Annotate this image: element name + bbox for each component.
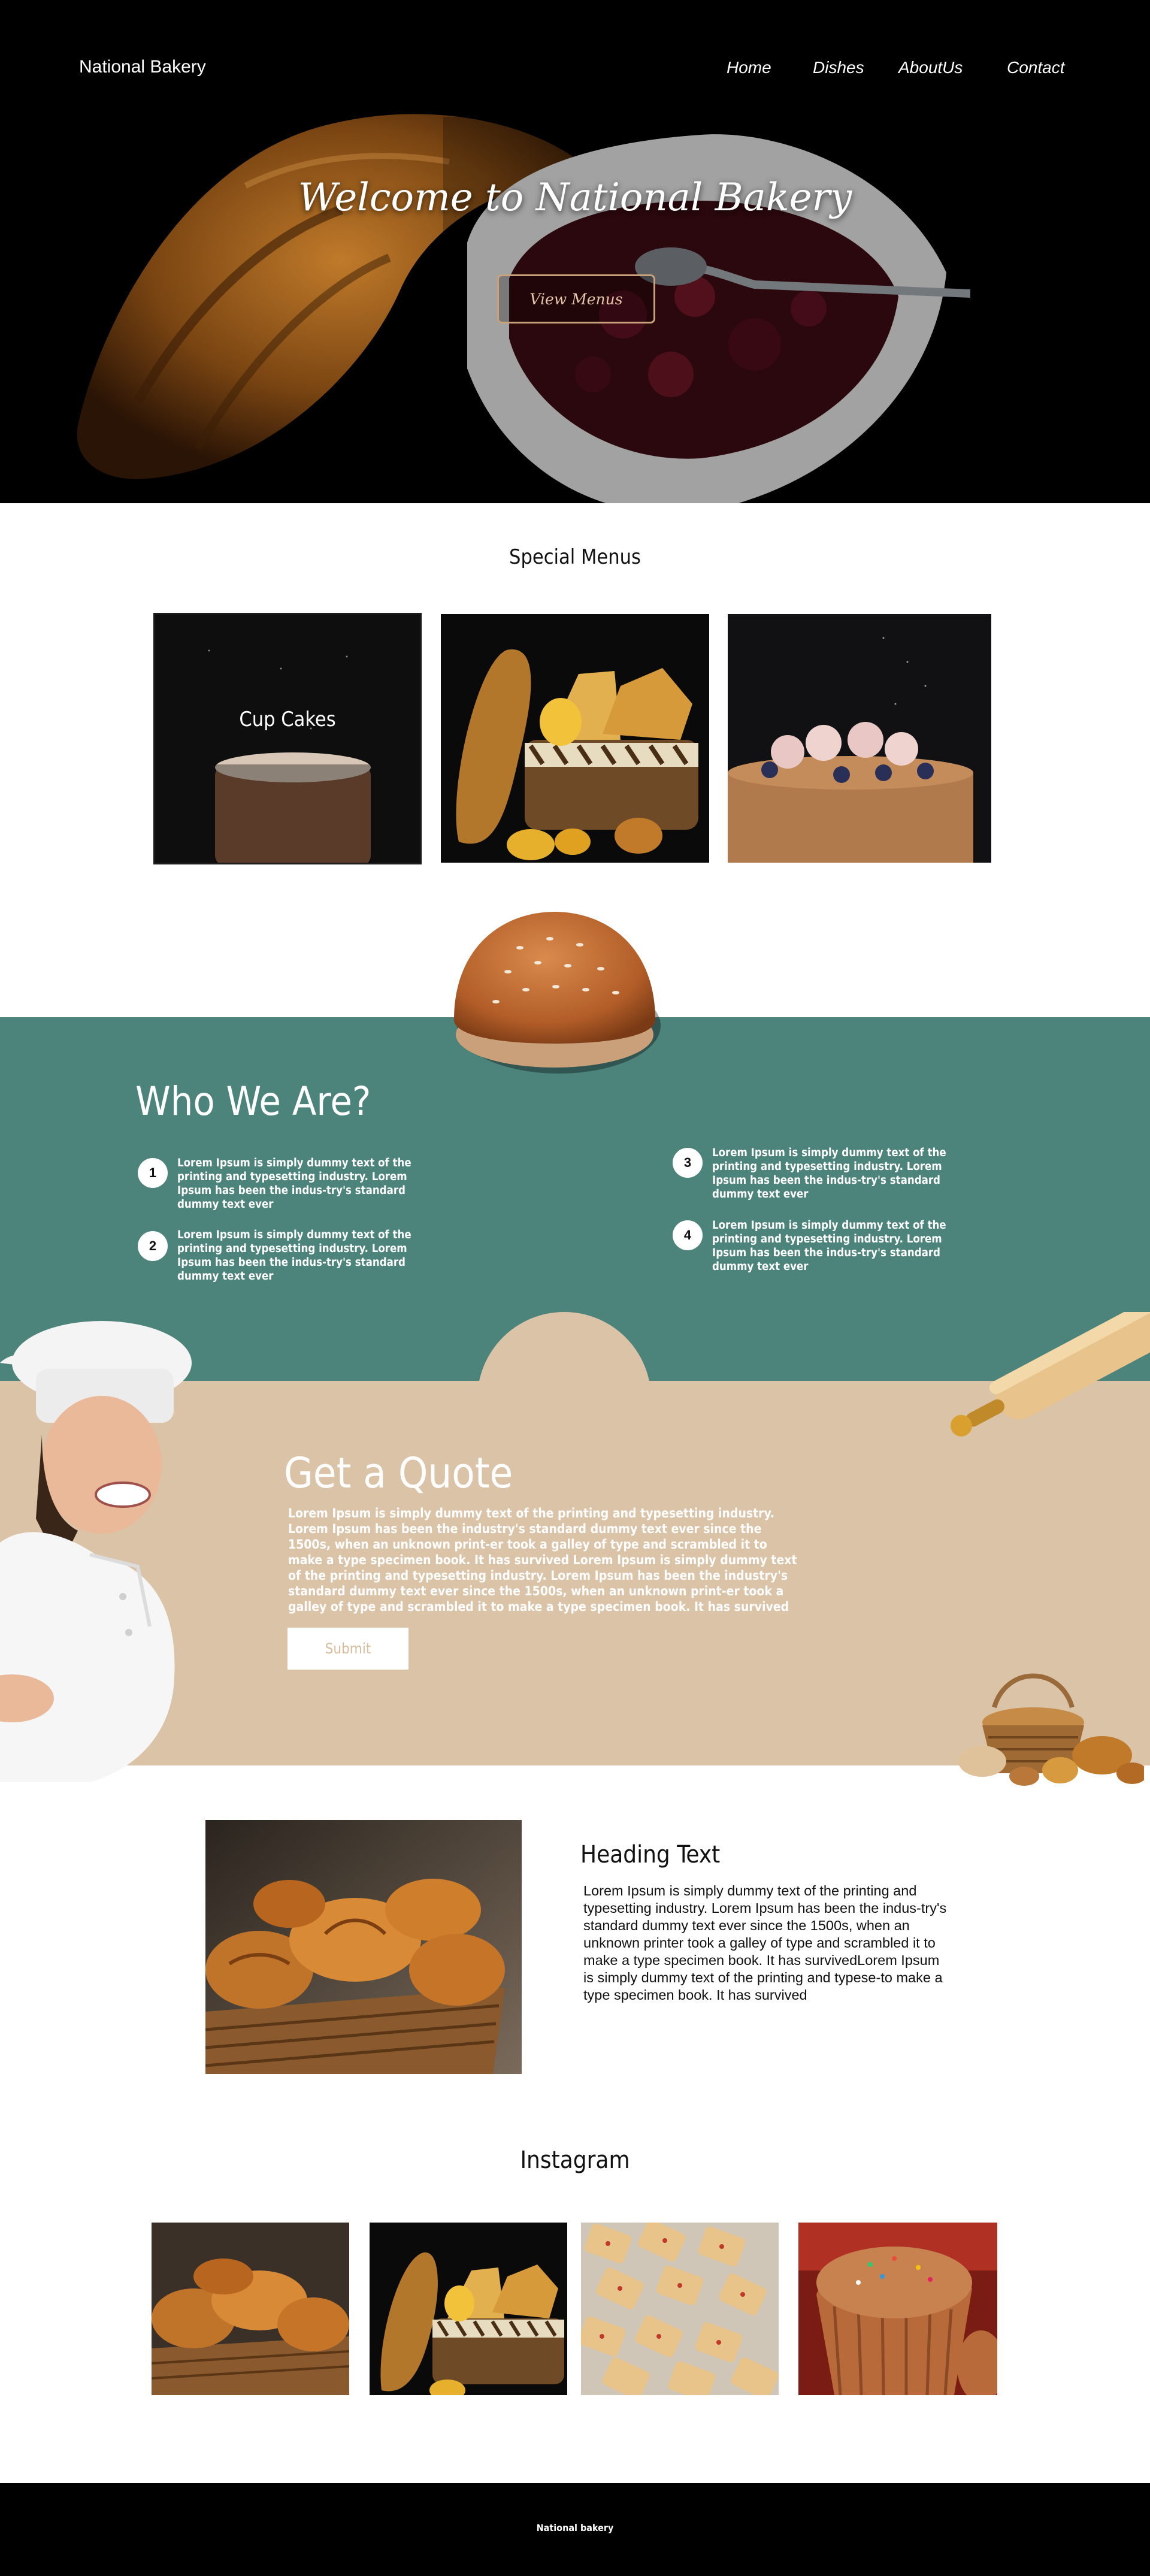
view-menus-button[interactable]: View Menus [497, 274, 655, 323]
cupcake-image [155, 615, 420, 863]
instagram-title: Instagram [520, 2146, 630, 2174]
nav-home[interactable]: Home [727, 58, 771, 77]
number-badge: 2 [138, 1231, 168, 1261]
instagram-post-1[interactable] [152, 2223, 349, 2395]
quote-body: Lorem Ipsum is simply dummy text of the … [288, 1506, 797, 1614]
who-item-text: Lorem Ipsum is simply dummy text of the … [177, 1229, 411, 1283]
chef-image [0, 1321, 192, 1782]
hero-section: National Bakery Home Dishes AboutUs Cont… [0, 0, 1150, 503]
bread-basket-image [370, 2223, 567, 2395]
who-item-text: Lorem Ipsum is simply dummy text of the … [712, 1219, 946, 1273]
brand-logo[interactable]: National Bakery [79, 57, 206, 77]
menu-card-bread[interactable] [441, 614, 709, 863]
special-menus-title: Special Menus [509, 545, 641, 569]
instagram-post-4[interactable] [798, 2223, 997, 2395]
number-badge: 4 [673, 1220, 703, 1250]
footer-brand: National bakery [536, 2522, 614, 2533]
bread-basket-small-image [958, 1673, 1144, 1786]
menu-card-cake[interactable] [728, 614, 991, 863]
who-item-text: Lorem Ipsum is simply dummy text of the … [177, 1157, 411, 1211]
submit-button[interactable]: Submit [288, 1628, 408, 1670]
card-label: Cup Cakes [239, 708, 336, 731]
croissant-basket-image [152, 2223, 349, 2395]
instagram-post-2[interactable] [370, 2223, 567, 2395]
muffin-image [798, 2223, 997, 2395]
number-badge: 3 [673, 1148, 703, 1178]
feature-title: Heading Text [580, 1841, 721, 1868]
who-we-are-title: Who We Are? [135, 1078, 371, 1124]
number-badge: 1 [138, 1158, 168, 1188]
nav-dishes[interactable]: Dishes [813, 58, 864, 77]
cookies-image [581, 2223, 779, 2395]
hero-title: Welcome to National Bakery [298, 176, 852, 220]
nav-aboutus[interactable]: AboutUs [898, 58, 963, 77]
instagram-post-3[interactable] [581, 2223, 779, 2395]
rolling-pin-image [950, 1312, 1150, 1437]
feature-body: Lorem Ipsum is simply dummy text of the … [583, 1883, 947, 2003]
quote-title: Get a Quote [284, 1449, 513, 1498]
bread-basket-image [441, 614, 709, 863]
nav-contact[interactable]: Contact [1007, 58, 1065, 77]
berry-cake-image [728, 614, 991, 863]
croissant-basket-image [205, 1820, 522, 2074]
who-item-text: Lorem Ipsum is simply dummy text of the … [712, 1147, 946, 1201]
burger-bun-image [454, 912, 661, 1074]
menu-card-cupcakes[interactable]: Cup Cakes [153, 613, 422, 864]
